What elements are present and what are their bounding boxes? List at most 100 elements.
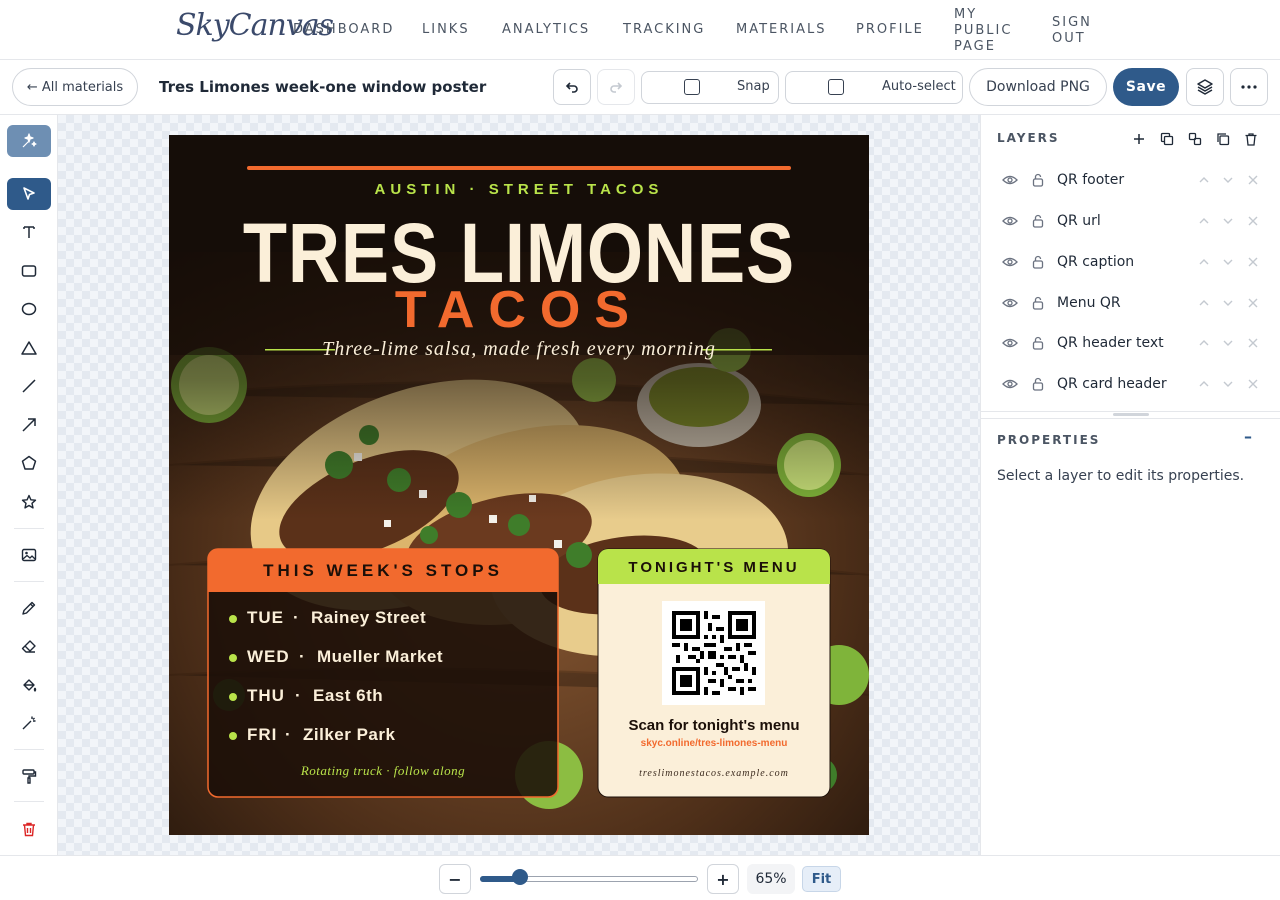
triangle-tool[interactable] bbox=[7, 332, 51, 364]
layer-row[interactable]: QR header text bbox=[981, 323, 1280, 363]
chevron-up-icon[interactable] bbox=[1198, 380, 1210, 388]
save-button[interactable]: Save bbox=[1113, 68, 1179, 106]
lock-open-icon[interactable] bbox=[1032, 214, 1044, 228]
zoom-out-button[interactable]: − bbox=[439, 864, 471, 894]
line-tool[interactable] bbox=[7, 370, 51, 402]
document-title[interactable]: Tres Limones week-one window poster bbox=[159, 78, 486, 96]
ungroup-icon bbox=[1188, 132, 1202, 146]
nav-sign-out[interactable]: SIGN OUT bbox=[1052, 15, 1092, 47]
eye-icon[interactable] bbox=[1002, 297, 1018, 309]
ai-magic-tool[interactable] bbox=[7, 125, 51, 157]
nav-profile[interactable]: PROFILE bbox=[856, 22, 924, 37]
nav-dashboard[interactable]: DASHBOARD bbox=[293, 22, 394, 37]
poster-kicker[interactable]: AUSTIN · STREET TACOS bbox=[169, 181, 869, 198]
snap-checkbox[interactable] bbox=[684, 79, 700, 95]
stop-row-thu[interactable]: THU · East 6th bbox=[229, 685, 529, 709]
download-png-button[interactable]: Download PNG bbox=[969, 68, 1107, 106]
menu-qr-code[interactable] bbox=[672, 611, 756, 695]
star-tool[interactable] bbox=[7, 486, 51, 518]
delete-layer-button[interactable] bbox=[1244, 131, 1258, 150]
magic-wand-tool[interactable] bbox=[7, 707, 51, 739]
qr-url[interactable]: skyc.online/tres-limones-menu bbox=[598, 738, 830, 749]
all-materials-button[interactable]: ← All materials bbox=[12, 68, 138, 106]
layer-row[interactable]: QR card header bbox=[981, 364, 1280, 404]
chevron-down-icon[interactable] bbox=[1222, 176, 1234, 184]
properties-collapse-button[interactable]: – bbox=[1244, 427, 1252, 446]
lock-open-icon[interactable] bbox=[1032, 377, 1044, 391]
chevron-up-icon[interactable] bbox=[1198, 176, 1210, 184]
image-icon bbox=[21, 548, 37, 562]
polygon-tool[interactable] bbox=[7, 447, 51, 479]
image-tool[interactable] bbox=[7, 539, 51, 571]
layer-row[interactable]: Menu QR bbox=[981, 283, 1280, 323]
qr-caption[interactable]: Scan for tonight's menu bbox=[598, 717, 830, 734]
layer-row[interactable]: QR caption bbox=[981, 242, 1280, 282]
stop-day: FRI bbox=[247, 725, 278, 744]
stop-row-wed[interactable]: WED · Mueller Market bbox=[229, 646, 529, 670]
delete-tool[interactable] bbox=[7, 813, 51, 845]
arrow-tool[interactable] bbox=[7, 409, 51, 441]
close-icon[interactable] bbox=[1248, 298, 1258, 308]
chevron-down-icon[interactable] bbox=[1222, 258, 1234, 266]
more-options-button[interactable] bbox=[1230, 68, 1268, 106]
poster-canvas[interactable]: AUSTIN · STREET TACOS TRES LIMONES TACOS… bbox=[169, 135, 869, 835]
ungroup-layer-button[interactable] bbox=[1188, 131, 1202, 150]
qr-footer[interactable]: treslimonestacos.example.com bbox=[598, 768, 830, 779]
close-icon[interactable] bbox=[1248, 175, 1258, 185]
zoom-in-button[interactable]: + bbox=[707, 864, 739, 894]
close-icon[interactable] bbox=[1248, 338, 1258, 348]
poster-tagline[interactable]: Three-lime salsa, made fresh every morni… bbox=[169, 338, 869, 361]
lock-open-icon[interactable] bbox=[1032, 255, 1044, 269]
auto-select-checkbox[interactable] bbox=[828, 79, 844, 95]
poster-subtitle[interactable]: TACOS bbox=[169, 280, 869, 340]
eraser-tool[interactable] bbox=[7, 630, 51, 662]
pen-tool[interactable] bbox=[7, 592, 51, 624]
lock-open-icon[interactable] bbox=[1032, 336, 1044, 350]
close-icon[interactable] bbox=[1248, 379, 1258, 389]
layers-toggle-button[interactable] bbox=[1186, 68, 1224, 106]
redo-button[interactable] bbox=[597, 69, 635, 105]
chevron-up-icon[interactable] bbox=[1198, 339, 1210, 347]
select-tool[interactable] bbox=[7, 178, 51, 210]
lock-open-icon[interactable] bbox=[1032, 296, 1044, 310]
panel-resize-handle[interactable] bbox=[1113, 413, 1149, 416]
stops-header[interactable]: THIS WEEK'S STOPS bbox=[208, 561, 558, 581]
eye-icon[interactable] bbox=[1002, 378, 1018, 390]
chevron-down-icon[interactable] bbox=[1222, 339, 1234, 347]
nav-my-public-page[interactable]: MY PUBLIC PAGE bbox=[954, 7, 1012, 55]
chevron-up-icon[interactable] bbox=[1198, 258, 1210, 266]
text-tool[interactable] bbox=[7, 216, 51, 248]
nav-links[interactable]: LINKS bbox=[422, 22, 470, 37]
nav-materials[interactable]: MATERIALS bbox=[736, 22, 827, 37]
chevron-down-icon[interactable] bbox=[1222, 380, 1234, 388]
nav-public-line-2: PUBLIC bbox=[954, 23, 1013, 38]
qr-header-text[interactable]: TONIGHT'S MENU bbox=[598, 559, 830, 576]
eye-icon[interactable] bbox=[1002, 337, 1018, 349]
chevron-up-icon[interactable] bbox=[1198, 299, 1210, 307]
rectangle-tool[interactable] bbox=[7, 255, 51, 287]
fill-tool[interactable] bbox=[7, 669, 51, 701]
close-icon[interactable] bbox=[1248, 257, 1258, 267]
chevron-down-icon[interactable] bbox=[1222, 299, 1234, 307]
close-icon[interactable] bbox=[1248, 216, 1258, 226]
nav-analytics[interactable]: ANALYTICS bbox=[502, 22, 590, 37]
layer-row[interactable]: QR url bbox=[981, 201, 1280, 241]
stops-footer[interactable]: Rotating truck · follow along bbox=[208, 763, 558, 779]
format-painter-tool[interactable] bbox=[7, 760, 51, 792]
duplicate-layer-button[interactable] bbox=[1216, 131, 1230, 150]
eye-icon[interactable] bbox=[1002, 256, 1018, 268]
chevron-up-icon[interactable] bbox=[1198, 217, 1210, 225]
undo-button[interactable] bbox=[553, 69, 591, 105]
add-layer-button[interactable] bbox=[1132, 131, 1146, 150]
lock-open-icon[interactable] bbox=[1032, 173, 1044, 187]
eye-icon[interactable] bbox=[1002, 174, 1018, 186]
nav-tracking[interactable]: TRACKING bbox=[623, 22, 705, 37]
eye-icon[interactable] bbox=[1002, 215, 1018, 227]
stop-row-tue[interactable]: TUE · Rainey Street bbox=[229, 607, 529, 631]
group-layer-button[interactable] bbox=[1160, 131, 1174, 150]
chevron-down-icon[interactable] bbox=[1222, 217, 1234, 225]
ellipse-tool[interactable] bbox=[7, 293, 51, 325]
layer-row[interactable]: QR footer bbox=[981, 160, 1280, 200]
zoom-fit-button[interactable]: Fit bbox=[802, 866, 841, 892]
stop-row-fri[interactable]: FRI · Zilker Park bbox=[229, 724, 529, 748]
